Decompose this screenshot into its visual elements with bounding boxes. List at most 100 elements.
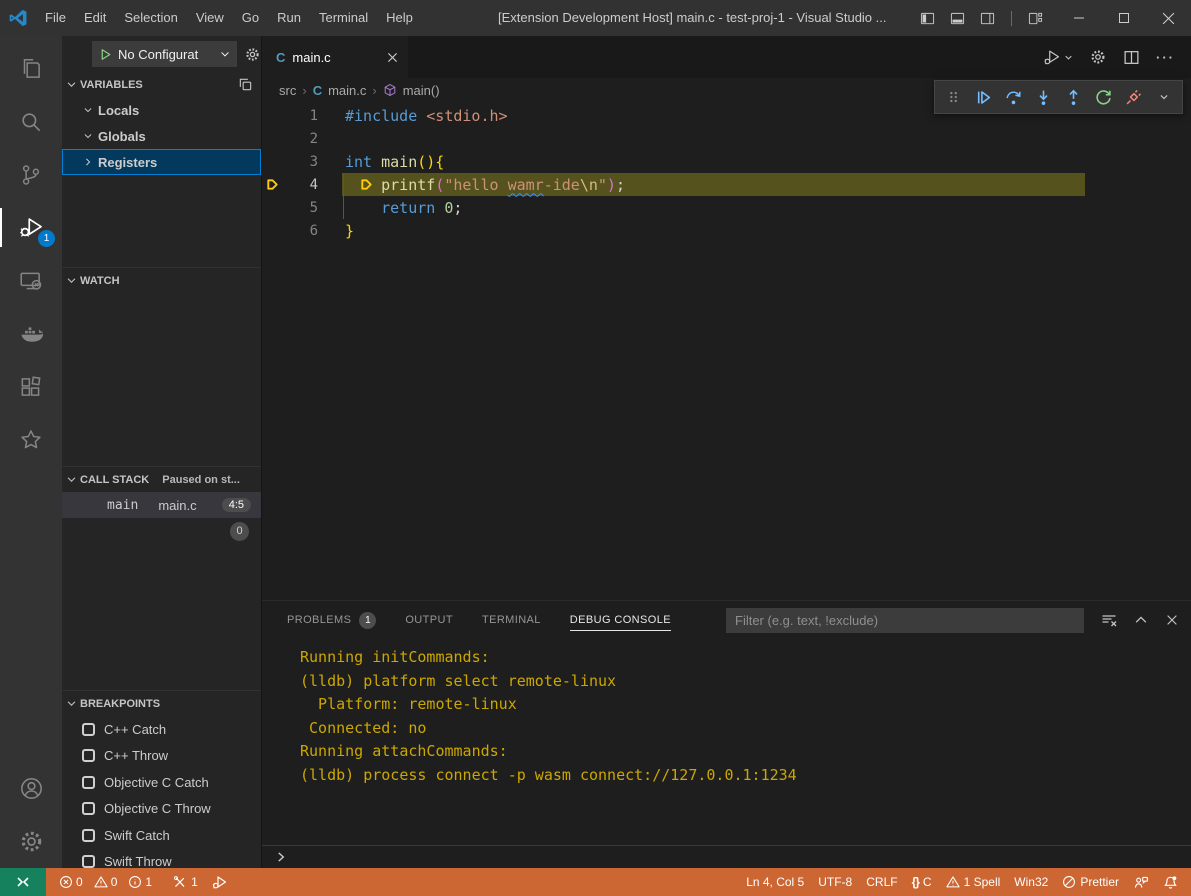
activity-spacer <box>0 466 62 762</box>
language-status[interactable]: {}C <box>905 868 939 896</box>
activity-explorer[interactable] <box>0 42 62 95</box>
menu-run[interactable]: Run <box>268 0 310 36</box>
code-line-4[interactable]: 4 printf("hello wamr-ide\n"); <box>262 173 1191 196</box>
activity-star[interactable] <box>0 413 62 466</box>
chevron-right-icon <box>83 157 93 167</box>
breakpoint-checkbox[interactable] <box>82 802 95 815</box>
activity-settings[interactable] <box>0 815 62 868</box>
copy-value-icon[interactable] <box>238 77 253 92</box>
breakpoint-item[interactable]: Swift Catch <box>62 822 261 849</box>
chevron-down-icon[interactable] <box>1150 83 1177 111</box>
debug-console-input[interactable] <box>262 845 1191 868</box>
panel-tab-output[interactable]: OUTPUT <box>405 601 453 639</box>
activity-source-control[interactable] <box>0 148 62 201</box>
breadcrumb-file[interactable]: main.c <box>328 83 366 98</box>
panel-tab-terminal[interactable]: TERMINAL <box>482 601 541 639</box>
activity-account[interactable] <box>0 762 62 815</box>
settings-gear-icon[interactable] <box>1089 48 1107 66</box>
thread-row[interactable]: 0 <box>62 518 261 544</box>
menu-help[interactable]: Help <box>377 0 422 36</box>
split-editor-icon[interactable] <box>1123 49 1140 66</box>
code-line-3[interactable]: 3int main(){ <box>262 150 1191 173</box>
close-button[interactable] <box>1146 0 1191 36</box>
breakpoints-header[interactable]: BREAKPOINTS <box>62 691 261 716</box>
start-debug-icon[interactable] <box>99 48 112 61</box>
menu-file[interactable]: File <box>36 0 75 36</box>
launch-config-dropdown[interactable]: No Configurat <box>92 41 237 67</box>
call-stack-header[interactable]: CALL STACK Paused on st... <box>62 467 261 492</box>
code-area[interactable]: 1#include <stdio.h>23int main(){4 printf… <box>262 102 1191 600</box>
spell-status[interactable]: 1 Spell <box>939 868 1008 896</box>
activity-docker[interactable] <box>0 307 62 360</box>
breakpoint-item[interactable]: Swift Throw <box>62 849 261 869</box>
breakpoint-checkbox[interactable] <box>82 749 95 762</box>
breadcrumb-src[interactable]: src <box>279 83 296 98</box>
panel-tab-debug-console[interactable]: DEBUG CONSOLE <box>570 601 671 639</box>
run-or-debug-button[interactable] <box>1043 48 1073 67</box>
cursor-position[interactable]: Ln 4, Col 5 <box>739 868 811 896</box>
breadcrumb-symbol[interactable]: main() <box>403 83 440 98</box>
minimize-button[interactable] <box>1056 0 1101 36</box>
activity-search[interactable] <box>0 95 62 148</box>
menu-go[interactable]: Go <box>233 0 268 36</box>
stack-frame-row[interactable]: main main.c 4:5 <box>62 492 261 518</box>
console-filter-input[interactable] <box>726 608 1084 633</box>
clear-console-icon[interactable] <box>1101 612 1117 628</box>
step-over-icon[interactable] <box>1000 83 1027 111</box>
breakpoint-item[interactable]: C++ Throw <box>62 743 261 770</box>
feedback-button[interactable] <box>1126 868 1156 896</box>
restart-icon[interactable] <box>1090 83 1117 111</box>
notifications-bell[interactable] <box>1156 868 1185 896</box>
encoding-status[interactable]: UTF-8 <box>811 868 859 896</box>
maximize-button[interactable] <box>1101 0 1146 36</box>
breakpoint-item[interactable]: Objective C Throw <box>62 796 261 823</box>
configure-gear-icon[interactable] <box>244 46 261 63</box>
activity-run-debug[interactable]: 1 <box>0 201 62 254</box>
toggle-sidebar-icon[interactable] <box>920 11 935 26</box>
remote-indicator[interactable] <box>0 868 46 896</box>
breakpoint-checkbox[interactable] <box>82 829 95 842</box>
toolbar-drag-handle[interactable] <box>940 83 967 111</box>
menu-selection[interactable]: Selection <box>115 0 186 36</box>
scope-locals[interactable]: Locals <box>62 97 261 123</box>
eol-status[interactable]: CRLF <box>859 868 904 896</box>
close-panel-icon[interactable] <box>1165 613 1179 627</box>
activity-extensions[interactable] <box>0 360 62 413</box>
scope-registers[interactable]: Registers <box>62 149 261 175</box>
code-line-5[interactable]: 5 return 0; <box>262 196 1191 219</box>
code-line-6[interactable]: 6} <box>262 219 1191 242</box>
breakpoint-item[interactable]: Objective C Catch <box>62 769 261 796</box>
tools-status[interactable]: 1 <box>166 868 205 896</box>
tab-main-c[interactable]: C main.c <box>262 36 408 78</box>
breakpoint-item[interactable]: C++ Catch <box>62 716 261 743</box>
disconnect-icon[interactable] <box>1120 83 1147 111</box>
variables-header[interactable]: VARIABLES <box>62 72 261 97</box>
tab-close-icon[interactable] <box>387 52 398 63</box>
scope-globals[interactable]: Globals <box>62 123 261 149</box>
panel-tab-problems[interactable]: PROBLEMS1 <box>287 601 376 639</box>
maximize-panel-icon[interactable] <box>1134 613 1148 627</box>
code-line-2[interactable]: 2 <box>262 127 1191 150</box>
toggle-panel-icon[interactable] <box>950 11 965 26</box>
menu-edit[interactable]: Edit <box>75 0 115 36</box>
toggle-secondary-sidebar-icon[interactable] <box>980 11 995 26</box>
activity-remote-explorer[interactable] <box>0 254 62 307</box>
breakpoint-checkbox[interactable] <box>82 855 95 868</box>
problems-status[interactable]: 0 0 1 <box>52 868 166 896</box>
debug-console-output[interactable]: Running initCommands:(lldb) platform sel… <box>262 639 1191 845</box>
breakpoint-checkbox[interactable] <box>82 776 95 789</box>
breakpoint-checkbox[interactable] <box>82 723 95 736</box>
debug-status[interactable] <box>205 868 235 896</box>
menu-terminal[interactable]: Terminal <box>310 0 377 36</box>
window-title: [Extension Development Host] main.c - te… <box>498 0 886 36</box>
thread-badge: 0 <box>230 522 249 541</box>
platform-status[interactable]: Win32 <box>1007 868 1055 896</box>
watch-header[interactable]: WATCH <box>62 268 261 293</box>
continue-icon[interactable] <box>970 83 997 111</box>
step-into-icon[interactable] <box>1030 83 1057 111</box>
customize-layout-icon[interactable] <box>1028 11 1043 26</box>
formatter-status[interactable]: Prettier <box>1055 868 1126 896</box>
step-out-icon[interactable] <box>1060 83 1087 111</box>
more-actions-icon[interactable]: ··· <box>1156 50 1175 65</box>
menu-view[interactable]: View <box>187 0 233 36</box>
